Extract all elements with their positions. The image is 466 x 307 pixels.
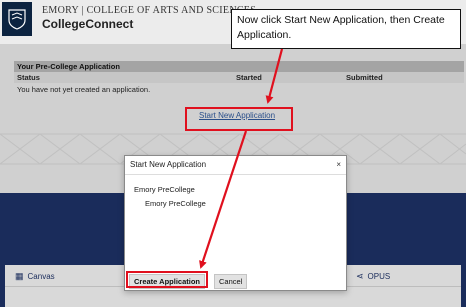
annotation-arrows	[199, 48, 284, 269]
arrow-to-start-link	[265, 48, 284, 104]
arrow-to-create-button	[199, 130, 248, 269]
